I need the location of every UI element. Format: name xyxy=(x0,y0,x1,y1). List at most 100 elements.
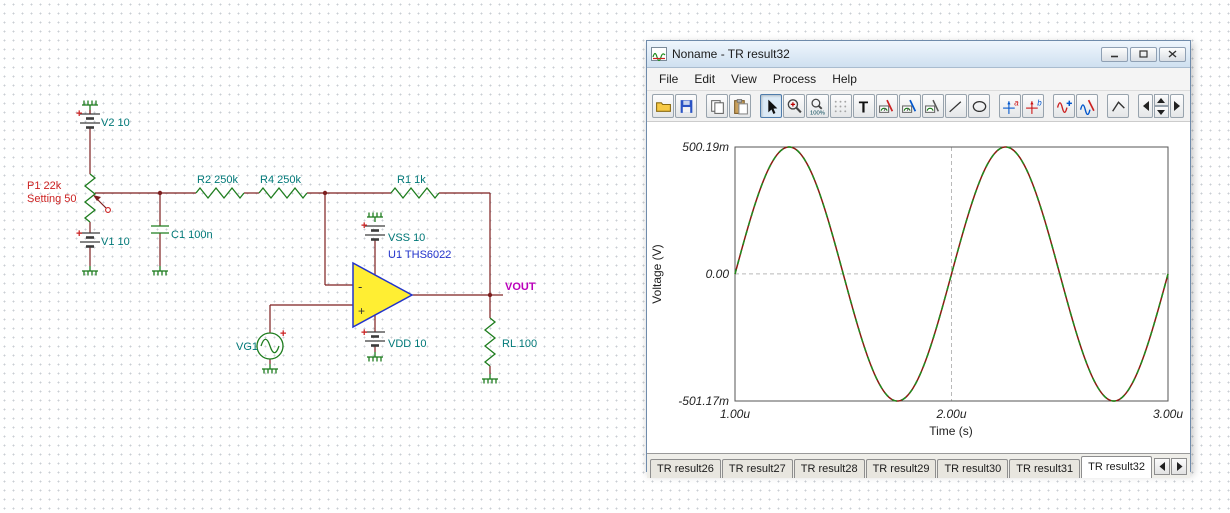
next-curve-button[interactable] xyxy=(1169,94,1184,118)
probe-scope-button[interactable] xyxy=(898,94,921,118)
text-tool-button[interactable]: T xyxy=(852,94,875,118)
zoom-in-button[interactable] xyxy=(783,94,806,118)
label-vg1: VG1 xyxy=(236,341,258,353)
tab-tr-result30[interactable]: TR result30 xyxy=(937,459,1009,478)
spin-down-button[interactable] xyxy=(1153,106,1169,118)
y-tick-label: 500.19m xyxy=(682,140,729,154)
paste-button[interactable] xyxy=(729,94,752,118)
zoom-100-button[interactable]: 100% xyxy=(806,94,829,118)
svg-text:a: a xyxy=(1014,98,1019,107)
line-tool-button[interactable] xyxy=(944,94,968,118)
result-tabs: TR result26 TR result27 TR result28 TR resu… xyxy=(650,456,1153,478)
prev-curve-button[interactable] xyxy=(1138,94,1153,118)
wire-segments[interactable] xyxy=(89,110,503,374)
open-button[interactable] xyxy=(652,94,675,118)
label-r4: R4 250k xyxy=(260,174,301,186)
component-labels: V2 10 P1 22k Setting 50 V1 10 C1 100n R2… xyxy=(27,117,537,353)
svg-text:+: + xyxy=(76,228,82,240)
tab-tr-result29[interactable]: TR result29 xyxy=(865,459,937,478)
cursor-b-button[interactable]: b xyxy=(1022,94,1045,118)
tab-tr-result26[interactable]: TR result26 xyxy=(650,459,721,478)
svg-text:+: + xyxy=(361,220,367,232)
y-tick-label: -501.17m xyxy=(678,394,729,408)
battery-vss[interactable] xyxy=(363,224,387,241)
potentiometer-p1[interactable] xyxy=(84,173,111,223)
y-axis-title: Voltage (V) xyxy=(650,244,664,303)
svg-text:+: + xyxy=(280,328,286,340)
label-vdd: VDD 10 xyxy=(388,338,427,350)
spin-up-button[interactable] xyxy=(1153,94,1169,106)
battery-vdd[interactable] xyxy=(363,330,387,347)
probe-meter-button[interactable] xyxy=(875,94,898,118)
opamp-plus-mark: + xyxy=(358,304,365,318)
minimize-button[interactable] xyxy=(1101,46,1128,62)
tab-scroll-controls xyxy=(1154,458,1187,475)
save-button[interactable] xyxy=(675,94,698,118)
opamp-minus-mark: - xyxy=(358,279,362,294)
window-title: Noname - TR result32 xyxy=(672,47,790,61)
tab-tr-result32[interactable]: TR result32 xyxy=(1081,456,1153,478)
toolbar: 100% T a b xyxy=(647,91,1190,122)
svg-text:T: T xyxy=(859,99,869,115)
corner-tool-button[interactable] xyxy=(1107,94,1130,118)
resistor-r2[interactable] xyxy=(195,187,245,199)
app-window: Noname - TR result32 File Edit View Process… xyxy=(646,40,1191,478)
x-tick-label: 3.00u xyxy=(1153,407,1183,421)
menu-help[interactable]: Help xyxy=(824,69,865,90)
svg-text:+: + xyxy=(76,108,82,120)
titlebar[interactable]: Noname - TR result32 xyxy=(647,41,1190,68)
y-tick-label: 0.00 xyxy=(706,267,730,281)
label-c1: C1 100n xyxy=(171,229,213,241)
label-vss: VSS 10 xyxy=(388,232,425,244)
menu-edit[interactable]: Edit xyxy=(686,69,723,90)
x-tick-label: 1.00u xyxy=(720,407,750,421)
cursor-tool-button[interactable] xyxy=(760,94,783,118)
tab-tr-result27[interactable]: TR result27 xyxy=(721,459,793,478)
tab-scroll-right-button[interactable] xyxy=(1171,458,1187,475)
maximize-button[interactable] xyxy=(1130,46,1157,62)
label-vout: VOUT xyxy=(505,281,536,293)
curve-spinner xyxy=(1153,94,1169,118)
probe-label-button[interactable] xyxy=(921,94,944,118)
menu-view[interactable]: View xyxy=(723,69,765,90)
resistor-rl[interactable] xyxy=(484,317,496,367)
waveform-add-button[interactable] xyxy=(1053,94,1076,118)
grid-toggle-button[interactable] xyxy=(829,94,852,118)
ground-symbols[interactable] xyxy=(81,99,499,385)
menu-process[interactable]: Process xyxy=(765,69,824,90)
close-button[interactable] xyxy=(1159,46,1186,62)
svg-text:b: b xyxy=(1037,98,1042,107)
resistor-r4[interactable] xyxy=(258,187,308,199)
tab-scroll-left-button[interactable] xyxy=(1154,458,1170,475)
circuit-schematic: - + + + + + + V2 10 P1 22k Setting 50 V1… xyxy=(27,99,537,385)
waveform-plot[interactable]: 500.19m 0.00 -501.17m1.00u 2.00u 3.00u Volta… xyxy=(647,122,1190,450)
tab-tr-result28[interactable]: TR result28 xyxy=(793,459,865,478)
ellipse-tool-button[interactable] xyxy=(968,94,991,118)
label-p1-setting: Setting 50 xyxy=(27,193,77,205)
svg-text:+: + xyxy=(361,327,367,339)
svg-text:100%: 100% xyxy=(810,110,825,115)
label-p1: P1 22k xyxy=(27,180,62,192)
label-r2: R2 250k xyxy=(197,174,238,186)
opamp-u1[interactable]: - + xyxy=(352,261,414,329)
waveform-edit-button[interactable] xyxy=(1076,94,1099,118)
resistor-r1[interactable] xyxy=(390,187,440,199)
menu-bar: File Edit View Process Help xyxy=(647,68,1190,91)
capacitor-c1[interactable] xyxy=(151,225,169,234)
battery-v2[interactable] xyxy=(78,110,102,129)
label-r1: R1 1k xyxy=(397,174,426,186)
desktop: - + + + + + + V2 10 P1 22k Setting 50 V1… xyxy=(0,0,1230,513)
menu-file[interactable]: File xyxy=(651,69,686,90)
chart-area: 500.19m 0.00 -501.17m 1.00u 2.00u 3.00u Volta… xyxy=(647,122,1190,453)
app-icon xyxy=(651,47,667,62)
copy-button[interactable] xyxy=(706,94,729,118)
label-v2: V2 10 xyxy=(101,117,130,129)
tab-tr-result31[interactable]: TR result31 xyxy=(1009,459,1081,478)
x-tick-label: 2.00u xyxy=(935,407,966,421)
window-controls xyxy=(1101,46,1186,62)
x-axis-title: Time (s) xyxy=(929,424,973,438)
label-v1: V1 10 xyxy=(101,236,130,248)
cursor-a-button[interactable]: a xyxy=(999,94,1022,118)
battery-v1[interactable] xyxy=(78,231,102,248)
result-tab-bar: TR result26 TR result27 TR result28 TR resu… xyxy=(647,453,1190,478)
